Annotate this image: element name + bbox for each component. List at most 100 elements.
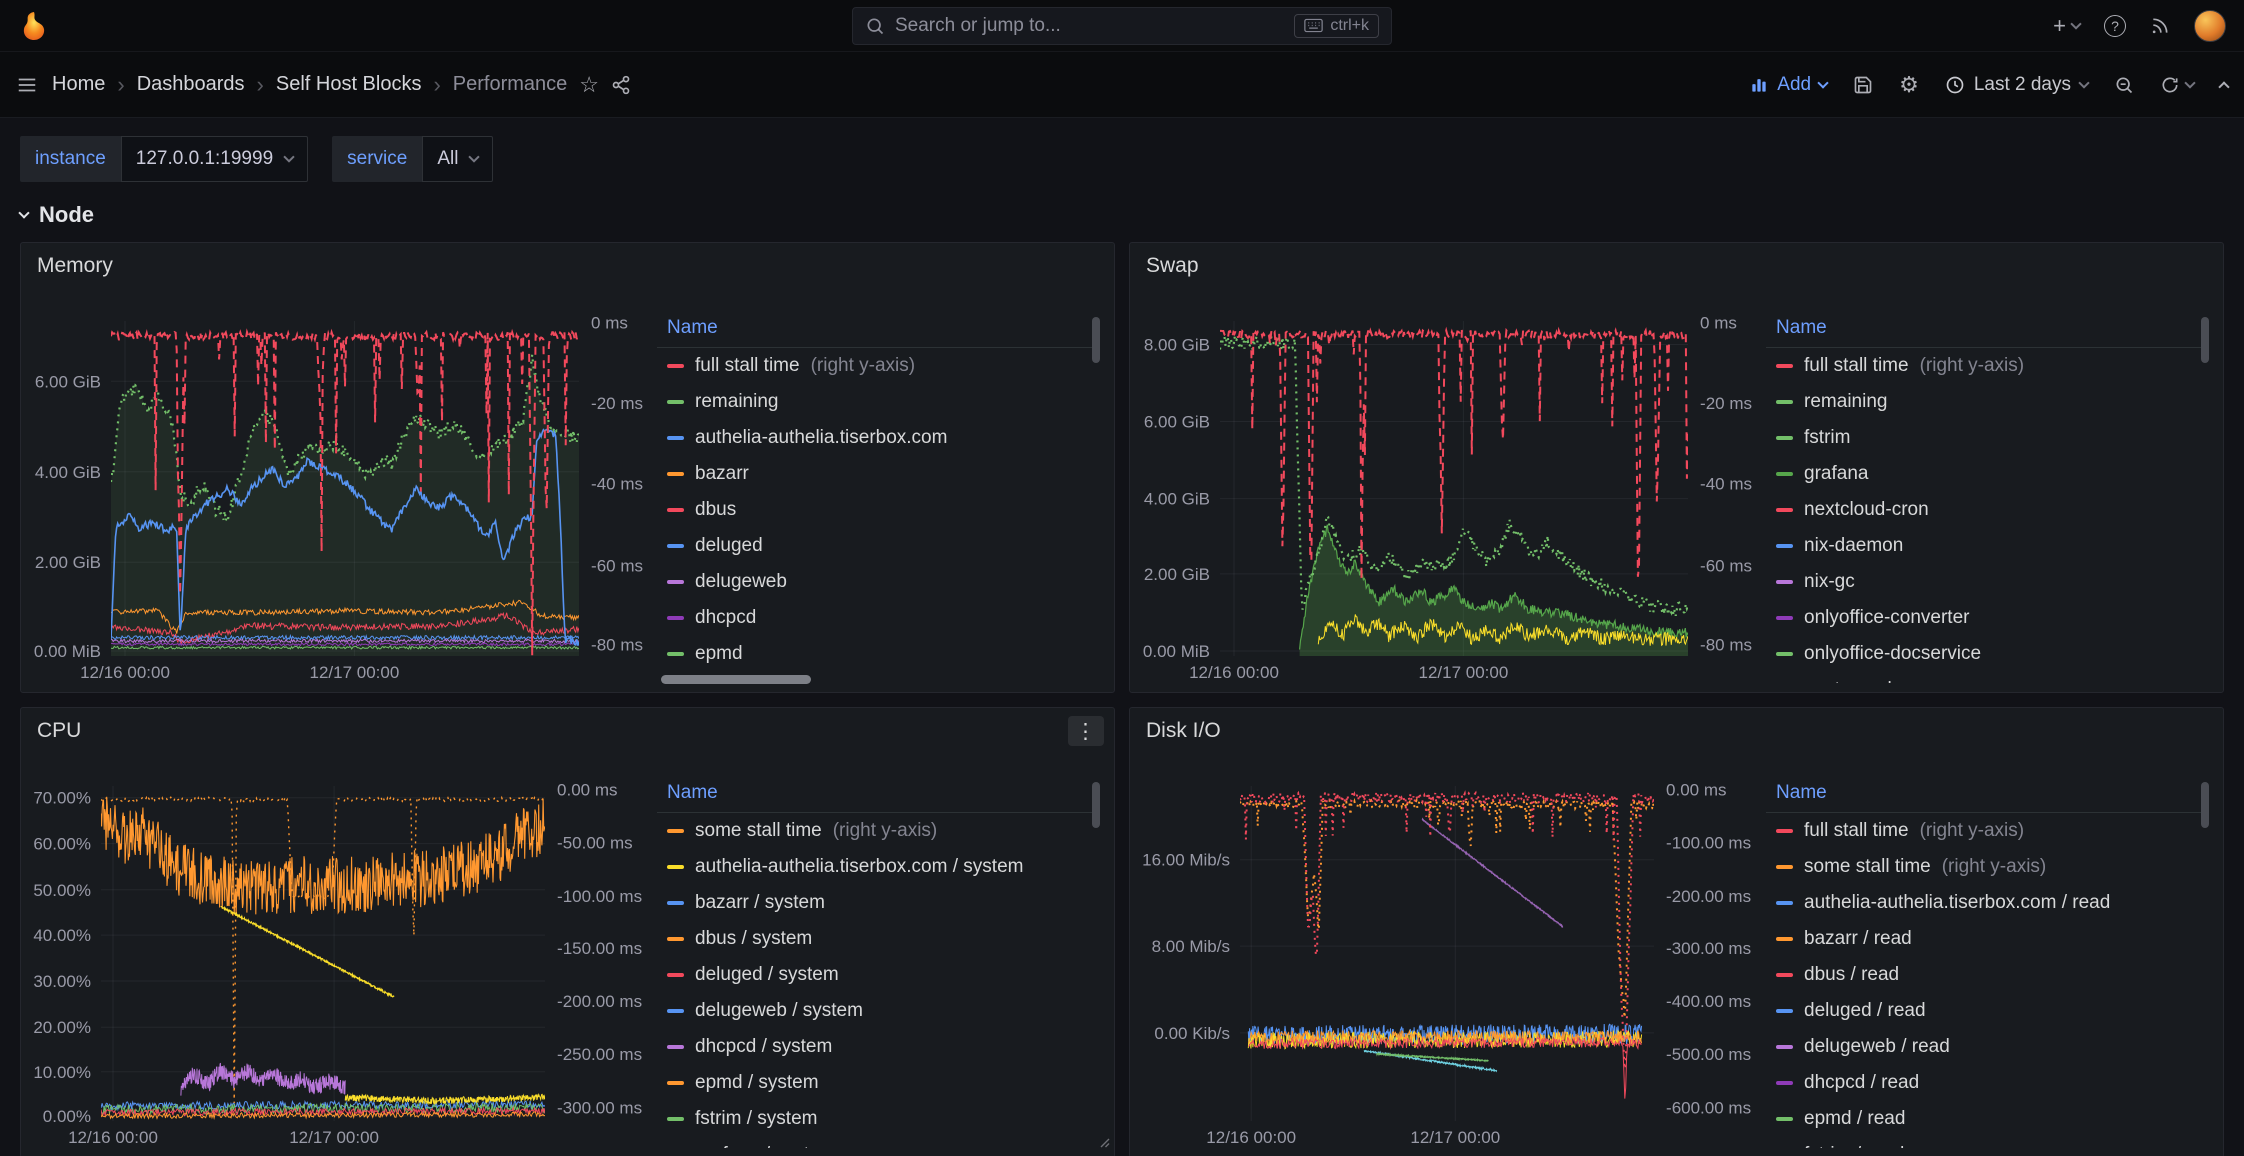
legend-header-name[interactable]: Name xyxy=(657,315,1100,348)
breadcrumb-dashboards[interactable]: Dashboards xyxy=(137,73,245,96)
memory-chart[interactable]: 12/16 00:0012/17 00:006.00 GiB4.00 GiB2.… xyxy=(31,315,645,686)
legend-header-name[interactable]: Name xyxy=(1766,315,2209,348)
time-range-picker[interactable]: Last 2 days xyxy=(1945,74,2088,96)
legend-item[interactable]: deluged / system xyxy=(657,957,1100,993)
breadcrumb-home[interactable]: Home xyxy=(52,73,105,96)
breadcrumb-folder[interactable]: Self Host Blocks xyxy=(276,73,422,96)
legend-item[interactable]: nix-daemon xyxy=(1766,528,2209,564)
new-button[interactable]: + xyxy=(2053,15,2080,37)
series-name: postgresql xyxy=(1804,679,1892,683)
breadcrumb: Home › Dashboards › Self Host Blocks › P… xyxy=(52,72,631,98)
row-node-toggle[interactable]: Node xyxy=(20,202,94,228)
legend-item[interactable]: dhcpcd / system xyxy=(657,1029,1100,1065)
legend-item[interactable]: grafana / system xyxy=(657,1137,1100,1148)
legend-header-name[interactable]: Name xyxy=(1766,780,2209,813)
panel-header[interactable]: CPU xyxy=(21,708,1114,754)
panel-title: CPU xyxy=(37,719,81,743)
legend-vertical-scrollbar-thumb[interactable] xyxy=(2201,782,2209,828)
swap-chart[interactable]: 12/16 00:0012/17 00:008.00 GiB6.00 GiB4.… xyxy=(1140,315,1754,686)
legend-item[interactable]: epmd xyxy=(657,636,1100,672)
series-name: full stall time xyxy=(1804,355,1909,377)
legend-header-name[interactable]: Name xyxy=(657,780,1100,813)
legend-item[interactable]: full stall time(right y-axis) xyxy=(1766,348,2209,384)
legend-item[interactable]: onlyoffice-docservice xyxy=(1766,636,2209,672)
legend-item[interactable]: fstrim xyxy=(1766,420,2209,456)
variable-value-instance[interactable]: 127.0.0.1:19999 xyxy=(121,136,308,182)
user-avatar[interactable] xyxy=(2194,10,2226,42)
variable-value-service[interactable]: All xyxy=(422,136,493,182)
panel-resize-handle[interactable] xyxy=(1099,1136,1111,1154)
legend-item[interactable]: remaining xyxy=(657,384,1100,420)
legend-item[interactable]: authelia-authelia.tiserbox.com / system xyxy=(657,849,1100,885)
search-box[interactable]: Search or jump to... ctrl+k xyxy=(852,7,1392,45)
legend-item[interactable]: remaining xyxy=(1766,384,2209,420)
variable-label-service[interactable]: service xyxy=(332,136,422,182)
legend-item[interactable]: full stall time(right y-axis) xyxy=(1766,813,2209,849)
series-name: dhcpcd / system xyxy=(695,1036,832,1058)
legend-item[interactable]: epmd / system xyxy=(657,1065,1100,1101)
legend-item[interactable]: deluged xyxy=(657,528,1100,564)
legend-item[interactable]: authelia-authelia.tiserbox.com xyxy=(657,420,1100,456)
legend-item[interactable]: nix-gc xyxy=(1766,564,2209,600)
legend-horizontal-scrollbar-thumb[interactable] xyxy=(661,675,811,684)
legend-item[interactable]: epmd / read xyxy=(1766,1101,2209,1137)
grafana-logo[interactable] xyxy=(18,10,50,42)
breadcrumb-current[interactable]: Performance xyxy=(453,73,568,96)
legend-item[interactable]: delugeweb / system xyxy=(657,993,1100,1029)
variable-label-instance[interactable]: instance xyxy=(20,136,121,182)
legend-item[interactable]: authelia-authelia.tiserbox.com / read xyxy=(1766,885,2209,921)
legend-item[interactable]: delugeweb xyxy=(657,564,1100,600)
legend-item[interactable]: some stall time(right y-axis) xyxy=(1766,849,2209,885)
series-name: fstrim xyxy=(1804,427,1850,449)
y-axis-left-label: 60.00% xyxy=(33,835,91,854)
legend-vertical-scrollbar-thumb[interactable] xyxy=(1092,782,1100,828)
legend-item[interactable]: delugeweb / read xyxy=(1766,1029,2209,1065)
legend-item[interactable]: bazarr / read xyxy=(1766,921,2209,957)
zoom-out-button[interactable] xyxy=(2114,75,2134,95)
series-color-marker xyxy=(1776,436,1793,440)
panel-header[interactable]: Disk I/O xyxy=(1130,708,2223,754)
hamburger-icon xyxy=(16,74,38,96)
share-button[interactable] xyxy=(611,75,631,95)
help-button[interactable]: ? xyxy=(2104,15,2126,37)
cpu-chart[interactable]: 12/16 00:0012/17 00:0070.00%60.00%50.00%… xyxy=(31,780,645,1151)
legend-vertical-scrollbar-thumb[interactable] xyxy=(2201,317,2209,363)
series-name: epmd / system xyxy=(695,1072,819,1094)
legend-item[interactable]: bazarr xyxy=(657,456,1100,492)
legend-item[interactable]: onlyoffice-converter xyxy=(1766,600,2209,636)
panel-header[interactable]: Swap xyxy=(1130,243,2223,289)
favorite-button[interactable]: ☆ xyxy=(579,74,599,96)
chevron-down-icon xyxy=(283,151,294,162)
legend-item[interactable]: dbus / system xyxy=(657,921,1100,957)
legend-item[interactable]: bazarr / system xyxy=(657,885,1100,921)
series-color-marker xyxy=(667,580,684,584)
x-axis-label: 12/16 00:00 xyxy=(1189,663,1279,682)
legend-item[interactable]: deluged / read xyxy=(1766,993,2209,1029)
legend-item[interactable]: postgresql xyxy=(1766,672,2209,683)
mega-menu-toggle[interactable] xyxy=(16,74,38,96)
y-axis-right-label: -600.00 ms xyxy=(1666,1099,1751,1118)
legend-item[interactable]: fstrim / system xyxy=(657,1101,1100,1137)
legend-item[interactable]: grafana xyxy=(1766,456,2209,492)
save-dashboard-button[interactable] xyxy=(1853,75,1873,95)
collapse-controls-button[interactable] xyxy=(2220,79,2228,91)
help-icon: ? xyxy=(2104,15,2126,37)
refresh-button[interactable] xyxy=(2160,75,2194,95)
legend-item[interactable]: nextcloud-cron xyxy=(1766,492,2209,528)
legend-item[interactable]: dhcpcd / read xyxy=(1766,1065,2209,1101)
legend-item[interactable]: dhcpcd xyxy=(657,600,1100,636)
dashboard-settings-button[interactable]: ⚙ xyxy=(1899,74,1919,96)
disk-io-chart[interactable]: 12/16 00:0012/17 00:0016.00 Mib/s8.00 Mi… xyxy=(1140,780,1754,1151)
legend-item[interactable]: full stall time(right y-axis) xyxy=(657,348,1100,384)
legend-item[interactable]: dbus xyxy=(657,492,1100,528)
panel-header[interactable]: Memory xyxy=(21,243,1114,289)
panel-menu-button[interactable]: ⋮ xyxy=(1068,716,1104,746)
add-button[interactable]: Add xyxy=(1749,74,1827,96)
series-color-marker xyxy=(1776,580,1793,584)
y-axis-right-label: -200.00 ms xyxy=(1666,887,1751,906)
news-button[interactable] xyxy=(2150,16,2170,36)
legend-item[interactable]: dbus / read xyxy=(1766,957,2209,993)
legend-item[interactable]: some stall time(right y-axis) xyxy=(657,813,1100,849)
legend-vertical-scrollbar-thumb[interactable] xyxy=(1092,317,1100,363)
legend-item[interactable]: fstrim / read xyxy=(1766,1137,2209,1148)
